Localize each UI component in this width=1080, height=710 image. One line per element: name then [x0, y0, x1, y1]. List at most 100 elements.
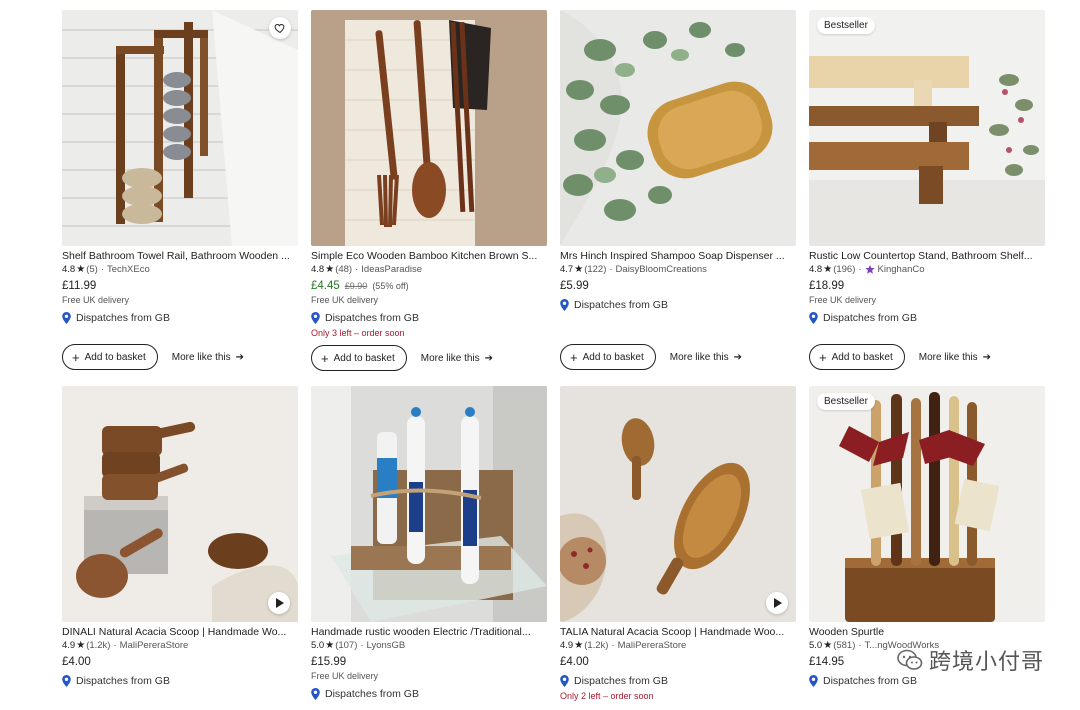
low-stock-notice: Only 3 left – order soon [311, 328, 405, 338]
dispatch-info: Dispatches from GB [560, 298, 796, 312]
product-card[interactable]: Simple Eco Wooden Bamboo Kitchen Brown S… [311, 10, 547, 371]
shop-name[interactable]: DaisyBloomCreations [616, 263, 707, 276]
separator: · [609, 264, 613, 275]
wooden-spurtle-photo [809, 386, 1045, 622]
price: £11.99 [62, 280, 97, 292]
product-card[interactable]: Bestseller Rustic Low Countertop Stand, … [809, 10, 1045, 370]
star-icon: ★ [76, 264, 86, 275]
plus-icon: + [570, 349, 578, 365]
product-image[interactable] [62, 386, 298, 622]
star-seller-icon [864, 264, 875, 274]
location-pin-icon [62, 675, 71, 687]
product-image[interactable] [560, 386, 796, 622]
acacia-scoop-photo [560, 386, 796, 622]
shop-name[interactable]: IdeasParadise [361, 263, 422, 276]
product-title[interactable]: Wooden Spurtle [809, 625, 1045, 639]
product-card[interactable]: Bestseller Wooden Spurtle 5.0 ★ (581) · … [809, 386, 1045, 688]
watermark: 跨境小付哥 [897, 644, 1044, 676]
product-title[interactable]: Mrs Hinch Inspired Shampoo Soap Dispense… [560, 249, 796, 263]
add-to-basket-label: Add to basket [582, 351, 644, 363]
product-card[interactable]: DINALI Natural Acacia Scoop | Handmade W… [62, 386, 298, 688]
dispatch-info: Dispatches from GB [809, 311, 1045, 325]
separator: · [858, 640, 862, 651]
add-to-basket-label: Add to basket [84, 351, 146, 363]
product-card[interactable]: Mrs Hinch Inspired Shampoo Soap Dispense… [560, 10, 796, 370]
location-pin-icon [62, 312, 71, 324]
shop-name[interactable]: TechXEco [107, 263, 150, 276]
dispatch-text: Dispatches from GB [76, 675, 170, 687]
add-to-basket-button[interactable]: + Add to basket [560, 344, 656, 370]
price: £4.00 [560, 656, 589, 668]
rating-score: 5.0 [809, 640, 823, 651]
more-like-this-link[interactable]: More like this ➔ [670, 352, 742, 363]
delivery-note: Free UK delivery [311, 295, 379, 305]
delivery-note: Free UK delivery [809, 295, 877, 305]
product-image[interactable]: Bestseller [809, 10, 1045, 246]
separator: · [858, 264, 862, 275]
rating-score: 5.0 [311, 640, 325, 651]
shop-name[interactable]: MaliPereraStore [618, 639, 687, 652]
location-pin-icon [560, 299, 569, 311]
card-actions: + Add to basket More like this ➔ [311, 345, 547, 371]
towel-rail-photo [62, 10, 298, 246]
rating: 4.9 ★ (1.2k) · MaliPereraStore [62, 639, 298, 652]
toothbrush-holder-photo [311, 386, 547, 622]
product-title[interactable]: Shelf Bathroom Towel Rail, Bathroom Wood… [62, 249, 298, 263]
arrow-right-icon: ➔ [484, 352, 494, 364]
product-title[interactable]: TALIA Natural Acacia Scoop | Handmade Wo… [560, 625, 796, 639]
product-card[interactable]: Handmade rustic wooden Electric /Traditi… [311, 386, 547, 701]
product-image[interactable] [311, 10, 547, 246]
add-to-basket-button[interactable]: + Add to basket [809, 344, 905, 370]
product-title[interactable]: Rustic Low Countertop Stand, Bathroom Sh… [809, 249, 1045, 263]
product-image[interactable] [62, 10, 298, 246]
video-play-button[interactable] [766, 592, 788, 614]
location-pin-icon [311, 312, 320, 324]
card-actions: + Add to basket More like this ➔ [809, 344, 1045, 370]
more-like-this-link[interactable]: More like this ➔ [919, 352, 991, 363]
star-icon: ★ [823, 264, 833, 275]
separator: · [100, 264, 104, 275]
rating-score: 4.8 [62, 264, 76, 275]
add-to-basket-button[interactable]: + Add to basket [311, 345, 407, 371]
product-image[interactable] [560, 10, 796, 246]
shop-name[interactable]: LyonsGB [367, 639, 406, 652]
video-play-button[interactable] [268, 592, 290, 614]
price-row: £15.99 [311, 655, 547, 670]
dispatch-info: Dispatches from GB [809, 674, 1045, 688]
more-like-this-link[interactable]: More like this ➔ [172, 352, 244, 363]
arrow-right-icon: ➔ [733, 351, 743, 363]
rating: 4.9 ★ (1.2k) · MaliPereraStore [560, 639, 796, 652]
delivery-note: Free UK delivery [311, 671, 379, 681]
card-actions: + Add to basket More like this ➔ [62, 344, 298, 370]
acacia-scoop-photo [62, 386, 298, 622]
price-row: £4.00 [62, 655, 298, 670]
add-to-basket-button[interactable]: + Add to basket [62, 344, 158, 370]
product-card[interactable]: Shelf Bathroom Towel Rail, Bathroom Wood… [62, 10, 298, 370]
bestseller-badge: Bestseller [817, 393, 875, 410]
rating: 4.7 ★ (122) · DaisyBloomCreations [560, 263, 796, 276]
shop-name[interactable]: MaliPereraStore [120, 639, 189, 652]
product-title[interactable]: Simple Eco Wooden Bamboo Kitchen Brown S… [311, 249, 547, 263]
more-like-this-link[interactable]: More like this ➔ [421, 353, 493, 364]
star-icon: ★ [823, 640, 833, 651]
shop-name[interactable]: KinghanCo [878, 263, 925, 276]
wechat-icon [897, 649, 923, 670]
review-count: (196) [833, 264, 856, 275]
review-count: (5) [86, 264, 98, 275]
separator: · [360, 640, 364, 651]
location-pin-icon [809, 312, 818, 324]
product-title[interactable]: DINALI Natural Acacia Scoop | Handmade W… [62, 625, 298, 639]
plus-icon: + [72, 349, 80, 365]
delivery-note: Free UK delivery [62, 295, 130, 305]
more-like-this-label: More like this [420, 352, 480, 364]
price-row: £5.99 [560, 279, 796, 294]
review-count: (1.2k) [86, 640, 111, 651]
favourite-button[interactable] [269, 17, 291, 39]
product-image[interactable]: Bestseller [809, 386, 1045, 622]
product-card[interactable]: TALIA Natural Acacia Scoop | Handmade Wo… [560, 386, 796, 703]
location-pin-icon [560, 675, 569, 687]
rating-score: 4.8 [311, 264, 325, 275]
product-title[interactable]: Handmade rustic wooden Electric /Traditi… [311, 625, 547, 639]
product-image[interactable] [311, 386, 547, 622]
bamboo-cutlery-photo [311, 10, 547, 246]
